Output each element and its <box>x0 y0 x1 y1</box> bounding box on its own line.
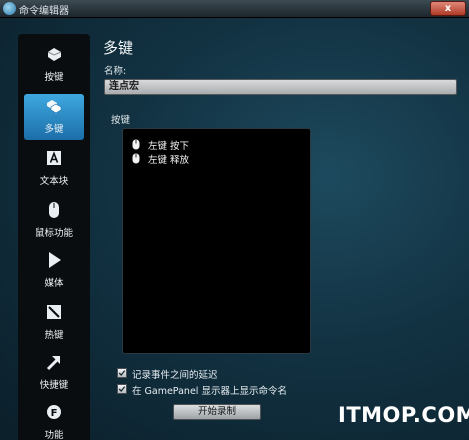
multi-key-icon <box>47 100 62 114</box>
name-field[interactable]: 连点宏 <box>104 79 457 95</box>
command-type-sidebar: 按键 多键 文本块 鼠标功能 媒体 热键 快捷键 F 功能 <box>18 34 90 440</box>
sidebar-item-label: 鼠标功能 <box>34 228 73 239</box>
watermark: ITMOP.COM <box>338 403 469 427</box>
shortcut-arrow-icon <box>46 356 60 371</box>
sidebar-item-keystroke[interactable]: 按键 <box>24 42 84 88</box>
mouse-icon <box>132 153 140 164</box>
start-recording-button[interactable]: 开始录制 <box>173 404 261 420</box>
sidebar-item-label: 文本块 <box>39 176 69 187</box>
sidebar-item-shortcut[interactable]: 快捷键 <box>24 350 84 396</box>
option-label: 在 GamePanel 显示器上显示命令名 <box>132 386 287 397</box>
sidebar-item-text-block[interactable]: 文本块 <box>24 146 84 192</box>
title-bar: 命令编辑器 x <box>0 0 469 18</box>
play-icon <box>49 252 61 268</box>
checkbox-checked[interactable] <box>117 368 127 378</box>
sidebar-item-hotkey[interactable]: 热键 <box>24 300 84 346</box>
sidebar-item-label: 功能 <box>44 430 64 440</box>
mouse-icon <box>49 202 59 218</box>
gear-icon: F <box>47 405 61 419</box>
key-event-label: 左键 按下 <box>148 141 190 152</box>
keyboard-key-icon <box>47 48 62 61</box>
name-label: 名称: <box>104 66 127 77</box>
sidebar-item-label: 热键 <box>44 330 64 341</box>
app-logo-icon <box>3 2 16 15</box>
sidebar-item-multikey[interactable]: 多键 <box>24 94 84 140</box>
key-event-label: 左键 释放 <box>148 155 190 166</box>
key-event-list[interactable]: 左键 按下 左键 释放 <box>122 128 311 354</box>
sidebar-item-label: 按键 <box>44 72 64 83</box>
sidebar-item-media[interactable]: 媒体 <box>24 248 84 294</box>
sidebar-item-label: 快捷键 <box>39 380 69 391</box>
sidebar-item-label: 多键 <box>44 124 64 135</box>
sidebar-item-mouse-function[interactable]: 鼠标功能 <box>24 198 84 244</box>
close-button[interactable]: x <box>430 1 466 16</box>
page-title: 多键 <box>103 39 134 57</box>
checkbox-checked[interactable] <box>117 384 127 394</box>
option-label: 记录事件之间的延迟 <box>132 370 218 381</box>
svg-text:F: F <box>51 408 58 419</box>
mouse-icon <box>132 139 140 150</box>
command-editor-window: 命令编辑器 x 按键 多键 文本块 鼠标功能 媒体 热键 快捷键 F 功能 多键… <box>0 0 469 440</box>
window-title: 命令编辑器 <box>19 6 69 17</box>
keys-label: 按键 <box>111 115 131 126</box>
text-block-icon <box>47 151 61 165</box>
sidebar-item-function[interactable]: F 功能 <box>24 400 84 440</box>
hotkey-icon <box>47 305 61 319</box>
sidebar-item-label: 媒体 <box>44 278 64 289</box>
